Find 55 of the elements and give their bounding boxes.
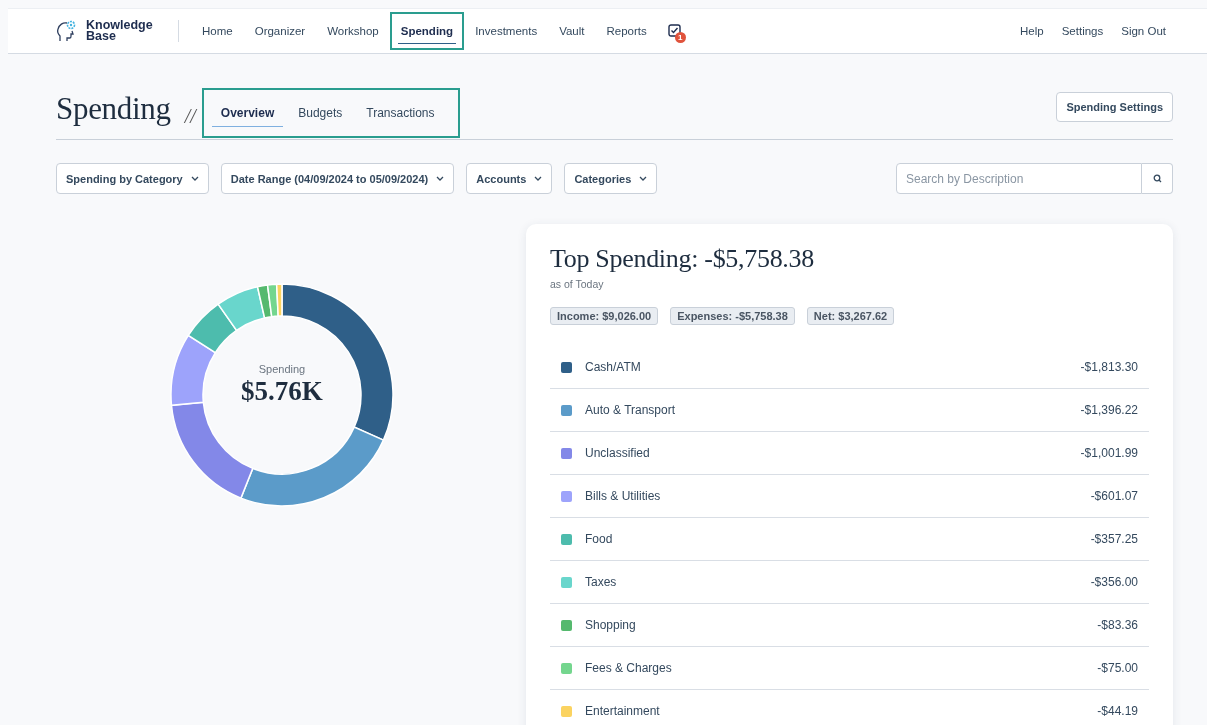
filter-dropdown[interactable]: Spending by Category bbox=[56, 163, 209, 194]
header-link[interactable]: Sign Out bbox=[1121, 25, 1166, 37]
category-amount: -$44.19 bbox=[1097, 704, 1138, 718]
card-subtitle: as of Today bbox=[550, 278, 605, 290]
spending-settings-button[interactable]: Spending Settings bbox=[1056, 92, 1173, 122]
category-name: Food bbox=[585, 532, 614, 546]
chevron-down-icon bbox=[639, 176, 648, 181]
filter-dropdown[interactable]: Date Range (04/09/2024 to 05/09/2024) bbox=[220, 163, 455, 194]
page-title: Spending bbox=[56, 91, 171, 127]
category-amount: -$1,813.30 bbox=[1080, 360, 1138, 374]
summary-tag: Income: $9,026.00 bbox=[550, 307, 659, 325]
nav-link[interactable]: Spending bbox=[389, 12, 465, 50]
nav-link[interactable]: Home bbox=[191, 12, 244, 50]
checkbox-icon[interactable] bbox=[667, 24, 681, 37]
donut-caption: Spending bbox=[258, 363, 306, 375]
card-title: Top Spending: -$5,758.38 bbox=[550, 244, 815, 274]
nav-link[interactable]: Organizer bbox=[243, 12, 317, 50]
search-button[interactable] bbox=[1142, 163, 1173, 194]
category-amount: -$1,396.22 bbox=[1080, 403, 1138, 417]
summary-tag: Expenses: -$5,758.38 bbox=[670, 307, 795, 325]
search-field[interactable]: Search by Description bbox=[896, 163, 1142, 194]
category-name: Shopping bbox=[585, 618, 637, 632]
chevron-down-icon bbox=[436, 176, 445, 181]
logo-text[interactable]: Knowledge Base bbox=[86, 20, 162, 42]
category-amount: -$356.00 bbox=[1090, 575, 1138, 589]
nav-link[interactable]: Investments bbox=[464, 12, 549, 50]
category-amount: -$1,001.99 bbox=[1080, 446, 1138, 460]
header-link[interactable]: Settings bbox=[1061, 25, 1104, 37]
category-name: Taxes bbox=[585, 575, 618, 589]
category-name: Fees & Charges bbox=[585, 661, 673, 675]
summary-tag: Net: $3,267.62 bbox=[806, 307, 895, 325]
category-name: Cash/ATM bbox=[585, 360, 642, 374]
notification-badge: 1 bbox=[674, 32, 686, 43]
category-amount: -$601.07 bbox=[1090, 489, 1138, 503]
category-amount: -$357.25 bbox=[1090, 532, 1138, 546]
chevron-down-icon bbox=[190, 176, 199, 181]
tab[interactable]: Transactions bbox=[357, 99, 444, 127]
search-icon bbox=[1152, 174, 1162, 183]
category-name: Entertainment bbox=[585, 704, 661, 718]
header-link[interactable]: Help bbox=[1020, 25, 1044, 37]
category-amount: -$83.36 bbox=[1097, 618, 1138, 632]
tab[interactable]: Budgets bbox=[289, 99, 352, 127]
filter-dropdown[interactable]: Accounts bbox=[466, 163, 553, 194]
category-name: Unclassified bbox=[585, 446, 651, 460]
category-name: Bills & Utilities bbox=[585, 489, 662, 503]
chevron-down-icon bbox=[534, 176, 543, 181]
title-separator: // bbox=[184, 104, 196, 128]
nav-link[interactable]: Workshop bbox=[316, 12, 390, 50]
nav-link[interactable]: Vault bbox=[548, 12, 596, 50]
category-amount: -$75.00 bbox=[1097, 661, 1138, 675]
category-name: Auto & Transport bbox=[585, 403, 677, 417]
filter-dropdown[interactable]: Categories bbox=[564, 163, 658, 194]
donut-total: $5.76K bbox=[241, 376, 323, 407]
nav-link[interactable]: Reports bbox=[595, 12, 658, 50]
tab[interactable]: Overview bbox=[211, 99, 284, 127]
